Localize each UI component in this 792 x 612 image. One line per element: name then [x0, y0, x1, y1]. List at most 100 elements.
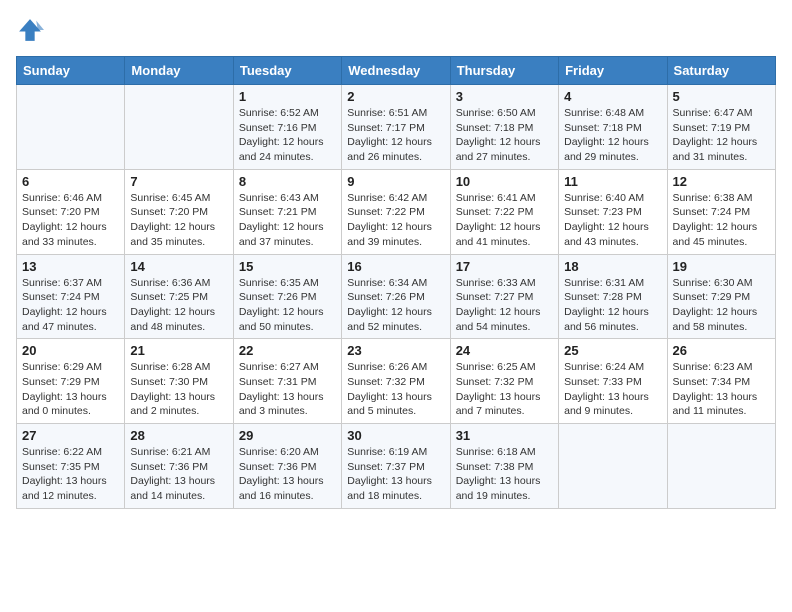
day-detail: Sunrise: 6:42 AMSunset: 7:22 PMDaylight:… — [347, 191, 444, 250]
day-number: 12 — [673, 174, 770, 189]
calendar-cell: 30 Sunrise: 6:19 AMSunset: 7:37 PMDayligh… — [342, 424, 450, 509]
week-row-3: 13Sunrise: 6:37 AMSunset: 7:24 PMDayligh… — [17, 254, 776, 339]
day-number: 17 — [456, 259, 553, 274]
day-number: 23 — [347, 343, 444, 358]
day-number: 26 — [673, 343, 770, 358]
day-number: 10 — [456, 174, 553, 189]
day-detail: Sunrise: 6:45 AMSunset: 7:20 PMDaylight:… — [130, 191, 227, 250]
day-detail: Sunrise: 6:36 AMSunset: 7:25 PMDaylight:… — [130, 276, 227, 335]
calendar-cell: 25 Sunrise: 6:24 AMSunset: 7:33 PMDayligh… — [559, 339, 667, 424]
day-number: 8 — [239, 174, 336, 189]
day-number: 5 — [673, 89, 770, 104]
week-row-4: 20Sunrise: 6:29 AMSunset: 7:29 PMDayligh… — [17, 339, 776, 424]
calendar-cell: 12 Sunrise: 6:38 AMSunset: 7:24 PMDayligh… — [667, 169, 775, 254]
day-detail: Sunrise: 6:27 AMSunset: 7:31 PMDaylight:… — [239, 360, 336, 419]
day-detail: Sunrise: 6:25 AMSunset: 7:32 PMDaylight:… — [456, 360, 553, 419]
calendar-cell: 15 Sunrise: 6:35 AMSunset: 7:26 PMDayligh… — [233, 254, 341, 339]
day-detail: Sunrise: 6:20 AMSunset: 7:36 PMDaylight:… — [239, 445, 336, 504]
calendar-cell: 11Sunrise: 6:40 AMSunset: 7:23 PMDayligh… — [559, 169, 667, 254]
day-number: 1 — [239, 89, 336, 104]
day-detail: Sunrise: 6:30 AMSunset: 7:29 PMDaylight:… — [673, 276, 770, 335]
calendar-cell: 20Sunrise: 6:29 AMSunset: 7:29 PMDayligh… — [17, 339, 125, 424]
calendar-cell: 16Sunrise: 6:34 AMSunset: 7:26 PMDayligh… — [342, 254, 450, 339]
calendar-cell — [125, 85, 233, 170]
day-detail: Sunrise: 6:38 AMSunset: 7:24 PMDaylight:… — [673, 191, 770, 250]
day-detail: Sunrise: 6:21 AMSunset: 7:36 PMDaylight:… — [130, 445, 227, 504]
day-number: 14 — [130, 259, 227, 274]
day-number: 16 — [347, 259, 444, 274]
day-detail: Sunrise: 6:51 AMSunset: 7:17 PMDaylight:… — [347, 106, 444, 165]
day-number: 4 — [564, 89, 661, 104]
day-number: 29 — [239, 428, 336, 443]
day-detail: Sunrise: 6:26 AMSunset: 7:32 PMDaylight:… — [347, 360, 444, 419]
day-detail: Sunrise: 6:47 AMSunset: 7:19 PMDaylight:… — [673, 106, 770, 165]
calendar-cell: 23 Sunrise: 6:26 AMSunset: 7:32 PMDayligh… — [342, 339, 450, 424]
day-detail: Sunrise: 6:22 AMSunset: 7:35 PMDaylight:… — [22, 445, 119, 504]
day-detail: Sunrise: 6:52 AMSunset: 7:16 PMDaylight:… — [239, 106, 336, 165]
day-detail: Sunrise: 6:41 AMSunset: 7:22 PMDaylight:… — [456, 191, 553, 250]
days-header-row: SundayMondayTuesdayWednesdayThursdayFrid… — [17, 57, 776, 85]
calendar-cell: 17Sunrise: 6:33 AMSunset: 7:27 PMDayligh… — [450, 254, 558, 339]
day-header-wednesday: Wednesday — [342, 57, 450, 85]
page-header — [16, 16, 776, 44]
calendar-cell: 22 Sunrise: 6:27 AMSunset: 7:31 PMDayligh… — [233, 339, 341, 424]
day-number: 28 — [130, 428, 227, 443]
day-header-saturday: Saturday — [667, 57, 775, 85]
day-detail: Sunrise: 6:37 AMSunset: 7:24 PMDaylight:… — [22, 276, 119, 335]
logo-icon — [16, 16, 44, 44]
day-header-thursday: Thursday — [450, 57, 558, 85]
calendar-cell: 14 Sunrise: 6:36 AMSunset: 7:25 PMDayligh… — [125, 254, 233, 339]
week-row-2: 6 Sunrise: 6:46 AMSunset: 7:20 PMDaylight… — [17, 169, 776, 254]
calendar-cell: 28 Sunrise: 6:21 AMSunset: 7:36 PMDayligh… — [125, 424, 233, 509]
logo — [16, 16, 48, 44]
calendar-cell: 7 Sunrise: 6:45 AMSunset: 7:20 PMDaylight… — [125, 169, 233, 254]
day-detail: Sunrise: 6:29 AMSunset: 7:29 PMDaylight:… — [22, 360, 119, 419]
day-detail: Sunrise: 6:31 AMSunset: 7:28 PMDaylight:… — [564, 276, 661, 335]
day-detail: Sunrise: 6:28 AMSunset: 7:30 PMDaylight:… — [130, 360, 227, 419]
week-row-5: 27Sunrise: 6:22 AMSunset: 7:35 PMDayligh… — [17, 424, 776, 509]
day-number: 2 — [347, 89, 444, 104]
calendar-cell — [559, 424, 667, 509]
day-detail: Sunrise: 6:50 AMSunset: 7:18 PMDaylight:… — [456, 106, 553, 165]
calendar-cell: 19 Sunrise: 6:30 AMSunset: 7:29 PMDayligh… — [667, 254, 775, 339]
calendar-cell: 8Sunrise: 6:43 AMSunset: 7:21 PMDaylight… — [233, 169, 341, 254]
day-number: 6 — [22, 174, 119, 189]
day-header-monday: Monday — [125, 57, 233, 85]
day-detail: Sunrise: 6:24 AMSunset: 7:33 PMDaylight:… — [564, 360, 661, 419]
day-detail: Sunrise: 6:46 AMSunset: 7:20 PMDaylight:… — [22, 191, 119, 250]
calendar-cell: 3Sunrise: 6:50 AMSunset: 7:18 PMDaylight… — [450, 85, 558, 170]
calendar-cell: 29 Sunrise: 6:20 AMSunset: 7:36 PMDayligh… — [233, 424, 341, 509]
day-number: 15 — [239, 259, 336, 274]
day-number: 9 — [347, 174, 444, 189]
day-detail: Sunrise: 6:19 AMSunset: 7:37 PMDaylight:… — [347, 445, 444, 504]
calendar-cell: 31 Sunrise: 6:18 AMSunset: 7:38 PMDayligh… — [450, 424, 558, 509]
day-number: 7 — [130, 174, 227, 189]
calendar-cell: 1 Sunrise: 6:52 AMSunset: 7:16 PMDaylight… — [233, 85, 341, 170]
calendar-cell: 13Sunrise: 6:37 AMSunset: 7:24 PMDayligh… — [17, 254, 125, 339]
calendar-cell: 6 Sunrise: 6:46 AMSunset: 7:20 PMDaylight… — [17, 169, 125, 254]
day-number: 18 — [564, 259, 661, 274]
day-header-friday: Friday — [559, 57, 667, 85]
day-number: 21 — [130, 343, 227, 358]
day-detail: Sunrise: 6:18 AMSunset: 7:38 PMDaylight:… — [456, 445, 553, 504]
calendar-cell: 9 Sunrise: 6:42 AMSunset: 7:22 PMDaylight… — [342, 169, 450, 254]
day-number: 25 — [564, 343, 661, 358]
day-detail: Sunrise: 6:35 AMSunset: 7:26 PMDaylight:… — [239, 276, 336, 335]
day-detail: Sunrise: 6:48 AMSunset: 7:18 PMDaylight:… — [564, 106, 661, 165]
day-header-tuesday: Tuesday — [233, 57, 341, 85]
day-number: 19 — [673, 259, 770, 274]
day-number: 31 — [456, 428, 553, 443]
calendar-cell: 24Sunrise: 6:25 AMSunset: 7:32 PMDayligh… — [450, 339, 558, 424]
calendar-cell: 2 Sunrise: 6:51 AMSunset: 7:17 PMDaylight… — [342, 85, 450, 170]
calendar-cell: 21 Sunrise: 6:28 AMSunset: 7:30 PMDayligh… — [125, 339, 233, 424]
day-detail: Sunrise: 6:40 AMSunset: 7:23 PMDaylight:… — [564, 191, 661, 250]
calendar-cell: 26 Sunrise: 6:23 AMSunset: 7:34 PMDayligh… — [667, 339, 775, 424]
day-number: 30 — [347, 428, 444, 443]
week-row-1: 1 Sunrise: 6:52 AMSunset: 7:16 PMDaylight… — [17, 85, 776, 170]
calendar-cell: 4 Sunrise: 6:48 AMSunset: 7:18 PMDaylight… — [559, 85, 667, 170]
calendar-cell: 5 Sunrise: 6:47 AMSunset: 7:19 PMDaylight… — [667, 85, 775, 170]
day-detail: Sunrise: 6:23 AMSunset: 7:34 PMDaylight:… — [673, 360, 770, 419]
day-number: 22 — [239, 343, 336, 358]
calendar-cell: 27Sunrise: 6:22 AMSunset: 7:35 PMDayligh… — [17, 424, 125, 509]
calendar-cell — [17, 85, 125, 170]
